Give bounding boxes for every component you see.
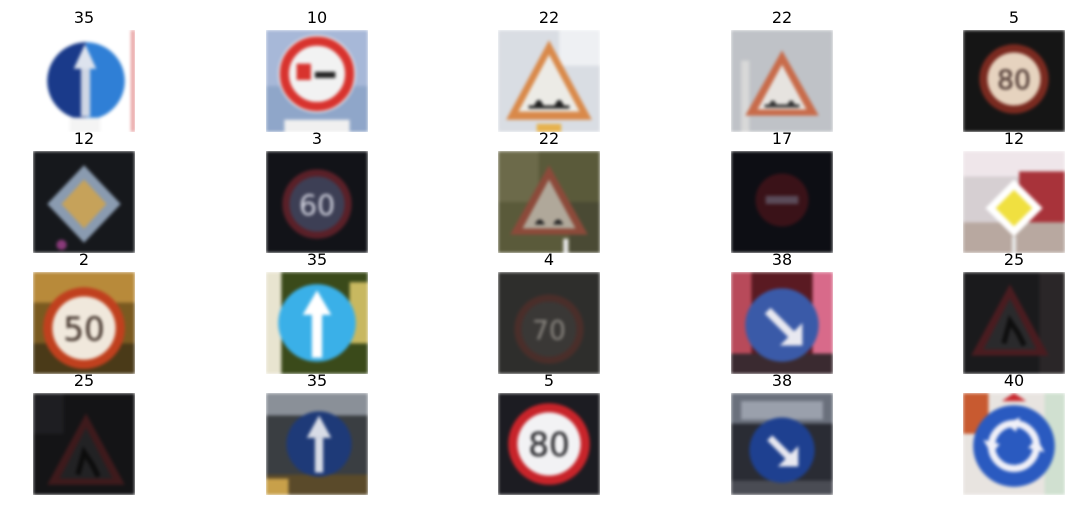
class-label: 3 xyxy=(311,129,323,148)
sign-thumbnail xyxy=(731,151,833,253)
speed-limit-text: 80 xyxy=(528,426,570,464)
sign-thumbnail xyxy=(498,151,600,253)
class-label: 35 xyxy=(306,250,328,269)
class-label: 38 xyxy=(771,371,793,390)
sign-thumbnail xyxy=(33,151,135,253)
class-label: 17 xyxy=(771,129,793,148)
speed-limit-text: 70 xyxy=(532,315,566,346)
sign-thumbnail xyxy=(266,30,368,132)
speed-limit-text: 50 xyxy=(63,310,105,348)
class-label: 25 xyxy=(1003,250,1025,269)
class-label: 4 xyxy=(543,250,555,269)
class-label: 25 xyxy=(73,371,95,390)
class-label: 5 xyxy=(1008,8,1020,27)
sign-thumbnail xyxy=(266,393,368,495)
class-label: 35 xyxy=(73,8,95,27)
class-label: 38 xyxy=(771,250,793,269)
sign-thumbnail xyxy=(498,30,600,132)
sign-thumbnail xyxy=(33,393,135,495)
class-label: 22 xyxy=(771,8,793,27)
speed-limit-text: 80 xyxy=(997,65,1031,96)
class-label: 22 xyxy=(538,8,560,27)
sign-thumbnail: 80 xyxy=(498,393,600,495)
sign-thumbnail: 50 xyxy=(33,272,135,374)
class-label: 5 xyxy=(543,371,555,390)
sign-thumbnail: 60 xyxy=(266,151,368,253)
sign-thumbnail xyxy=(33,30,135,132)
sign-thumbnail xyxy=(731,30,833,132)
sign-thumbnail: 80 xyxy=(963,30,1065,132)
class-label: 2 xyxy=(78,250,90,269)
class-label: 22 xyxy=(538,129,560,148)
class-label: 10 xyxy=(306,8,328,27)
sign-thumbnail xyxy=(963,272,1065,374)
speed-limit-text: 60 xyxy=(299,188,335,222)
sign-thumbnail xyxy=(731,272,833,374)
sign-thumbnail xyxy=(266,272,368,374)
sign-thumbnail: 70 xyxy=(498,272,600,374)
class-label: 35 xyxy=(306,371,328,390)
sign-thumbnail xyxy=(963,151,1065,253)
class-label: 12 xyxy=(1003,129,1025,148)
class-label: 12 xyxy=(73,129,95,148)
sign-thumbnail xyxy=(963,393,1065,495)
sign-thumbnail xyxy=(731,393,833,495)
class-label: 40 xyxy=(1003,371,1025,390)
